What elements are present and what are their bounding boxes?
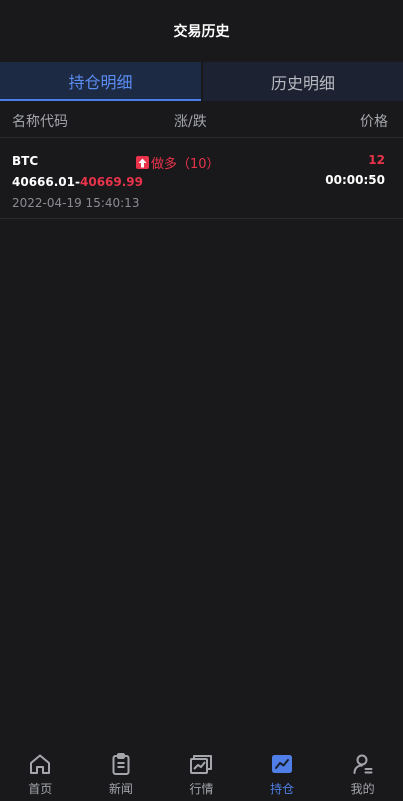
tabbar-item-home[interactable]: 首页: [0, 743, 81, 801]
price-range: 40666.01-40669.99: [12, 175, 143, 189]
table-header: 名称代码 涨/跌 价格: [0, 101, 403, 138]
column-header-name: 名称代码: [12, 114, 68, 130]
profile-icon: [351, 752, 375, 776]
tabbar-item-position[interactable]: 持仓: [242, 743, 323, 801]
symbol: BTC: [12, 154, 39, 168]
segment-tabs: 持仓明细 历史明细: [0, 62, 403, 101]
direction-badge: 做多（10）: [136, 153, 220, 172]
close-price: 40669.99: [80, 175, 144, 189]
column-header-price: 价格: [360, 114, 388, 130]
direction-label: 做多（10）: [151, 157, 220, 172]
home-icon: [28, 752, 52, 776]
tabbar-item-market[interactable]: 行情: [161, 743, 242, 801]
timestamp: 2022-04-19 15:40:13: [12, 196, 140, 210]
page-header: 交易历史: [0, 0, 403, 62]
duration: 00:00:50: [325, 173, 385, 187]
tabbar-label-profile: 我的: [350, 782, 375, 796]
tabbar-label-market: 行情: [189, 782, 214, 796]
tabbar-label-home: 首页: [28, 782, 53, 796]
tabbar-label-position: 持仓: [270, 782, 295, 796]
tabbar-label-news: 新闻: [108, 782, 133, 796]
tab-history[interactable]: 历史明细: [203, 62, 403, 101]
tabbar-item-news[interactable]: 新闻: [81, 743, 162, 801]
news-icon: [109, 752, 133, 776]
tab-positions[interactable]: 持仓明细: [0, 62, 201, 101]
market-icon: [189, 752, 213, 776]
position-icon: [270, 752, 294, 776]
position-row[interactable]: BTC 做多（10） 12 40666.01-40669.99 00:00:50…: [0, 138, 403, 219]
column-header-change: 涨/跌: [174, 114, 207, 130]
tabbar-item-profile[interactable]: 我的: [322, 743, 403, 801]
page-title: 交易历史: [173, 24, 230, 40]
bottom-tab-bar: 首页 新闻 行情 持仓 我的: [0, 743, 403, 801]
open-price: 40666.01: [12, 175, 76, 189]
quantity: 12: [368, 153, 385, 167]
arrow-up-icon: [136, 156, 149, 169]
